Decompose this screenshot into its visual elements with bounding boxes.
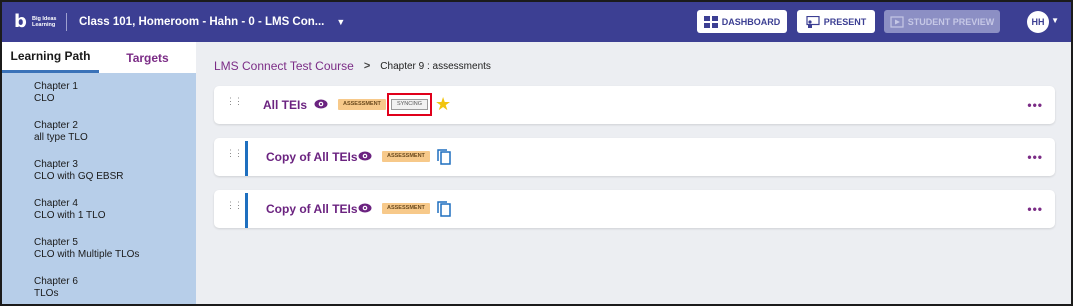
logo-mark-icon: b — [14, 11, 27, 32]
chapter-subtitle: CLO with 1 TLO — [34, 210, 106, 221]
drag-handle-icon[interactable]: ⋮⋮ — [226, 97, 243, 106]
big-ideas-logo[interactable]: b Big Ideas Learning — [14, 13, 58, 31]
chapter-title: Chapter 1 — [34, 81, 78, 92]
assignment-card[interactable]: ⋮⋮ All TEIs ASSESSMENT SYNCING ★ ••• — [214, 86, 1055, 124]
copy-icon[interactable] — [437, 201, 451, 217]
syncing-highlight: SYNCING — [387, 93, 432, 116]
assignment-title[interactable]: All TEIs — [263, 98, 307, 112]
breadcrumb: LMS Connect Test Course > Chapter 9 : as… — [214, 59, 491, 73]
logo-text: Big Ideas Learning — [32, 16, 57, 28]
main-content: LMS Connect Test Course > Chapter 9 : as… — [196, 42, 1071, 304]
star-icon[interactable]: ★ — [435, 95, 451, 113]
chapter-subtitle: CLO with GQ EBSR — [34, 171, 124, 182]
chapter-subtitle: CLO with Multiple TLOs — [34, 249, 140, 260]
chapter-title: Chapter 5 — [34, 237, 78, 248]
assessment-badge: ASSESSMENT — [382, 203, 430, 214]
sidebar-tabs: Learning Path Targets — [2, 42, 196, 73]
assignment-card[interactable]: ⋮⋮ Copy of All TEIs ASSESSMENT ••• — [214, 190, 1055, 228]
drag-handle-icon[interactable]: ⋮⋮ — [226, 149, 243, 158]
student-preview-label: STUDENT PREVIEW — [907, 16, 995, 27]
top-bar: b Big Ideas Learning Class 101, Homeroom… — [2, 2, 1071, 42]
breadcrumb-course-link[interactable]: LMS Connect Test Course — [214, 59, 354, 73]
assignment-title[interactable]: Copy of All TEIs — [266, 202, 358, 216]
assessment-badge: ASSESSMENT — [382, 151, 430, 162]
user-menu-chevron-icon[interactable]: ▼ — [1051, 16, 1059, 25]
drag-handle-icon[interactable]: ⋮⋮ — [226, 201, 243, 210]
syncing-badge: SYNCING — [390, 99, 429, 110]
sidebar-item-chapter-3[interactable]: Chapter 3 CLO with GQ EBSR — [34, 151, 196, 190]
more-options-icon[interactable]: ••• — [1027, 202, 1043, 216]
header-divider — [66, 13, 67, 31]
sidebar-item-chapter-4[interactable]: Chapter 4 CLO with 1 TLO — [34, 190, 196, 229]
breadcrumb-current: Chapter 9 : assessments — [380, 60, 491, 72]
sidebar-item-chapter-6[interactable]: Chapter 6 TLOs — [34, 268, 196, 304]
chapter-title: Chapter 2 — [34, 120, 78, 131]
card-accent-bar — [245, 141, 248, 176]
more-options-icon[interactable]: ••• — [1027, 98, 1043, 112]
user-avatar[interactable]: HH — [1027, 11, 1049, 33]
sidebar-item-chapter-1[interactable]: Chapter 1 CLO — [34, 73, 196, 112]
present-label: PRESENT — [823, 16, 867, 27]
dashboard-icon — [703, 15, 718, 28]
dashboard-label: DASHBOARD — [721, 16, 781, 27]
preview-icon — [890, 15, 904, 28]
chapter-subtitle: TLOs — [34, 288, 59, 299]
eye-icon[interactable] — [358, 150, 372, 162]
tab-targets[interactable]: Targets — [99, 42, 196, 73]
present-icon — [806, 15, 820, 28]
app-window: b Big Ideas Learning Class 101, Homeroom… — [0, 0, 1073, 306]
chapter-subtitle: CLO — [34, 93, 55, 104]
chevron-down-icon[interactable]: ▼ — [336, 17, 345, 27]
copy-icon[interactable] — [437, 149, 451, 165]
eye-icon[interactable] — [358, 202, 372, 214]
chapter-title: Chapter 6 — [34, 276, 78, 287]
chapter-subtitle: all type TLO — [34, 132, 88, 143]
eye-icon[interactable] — [314, 98, 328, 110]
sidebar-item-chapter-2[interactable]: Chapter 2 all type TLO — [34, 112, 196, 151]
breadcrumb-separator: > — [363, 60, 371, 72]
chapter-title: Chapter 4 — [34, 198, 78, 209]
assignment-title[interactable]: Copy of All TEIs — [266, 150, 358, 164]
sidebar-item-chapter-5[interactable]: Chapter 5 CLO with Multiple TLOs — [34, 229, 196, 268]
dashboard-button[interactable]: DASHBOARD — [697, 10, 787, 33]
card-accent-bar — [245, 193, 248, 228]
sidebar: Learning Path Targets Chapter 1 CLO Chap… — [2, 42, 196, 304]
tab-learning-path[interactable]: Learning Path — [2, 42, 99, 73]
assignment-card[interactable]: ⋮⋮ Copy of All TEIs ASSESSMENT ••• — [214, 138, 1055, 176]
student-preview-button[interactable]: STUDENT PREVIEW — [884, 10, 1000, 33]
chapter-title: Chapter 3 — [34, 159, 78, 170]
more-options-icon[interactable]: ••• — [1027, 150, 1043, 164]
class-selector-title[interactable]: Class 101, Homeroom - Hahn - 0 - LMS Con… — [79, 16, 324, 28]
assessment-badge: ASSESSMENT — [338, 99, 386, 110]
chapter-list: Chapter 1 CLO Chapter 2 all type TLO Cha… — [2, 73, 196, 304]
present-button[interactable]: PRESENT — [797, 10, 875, 33]
